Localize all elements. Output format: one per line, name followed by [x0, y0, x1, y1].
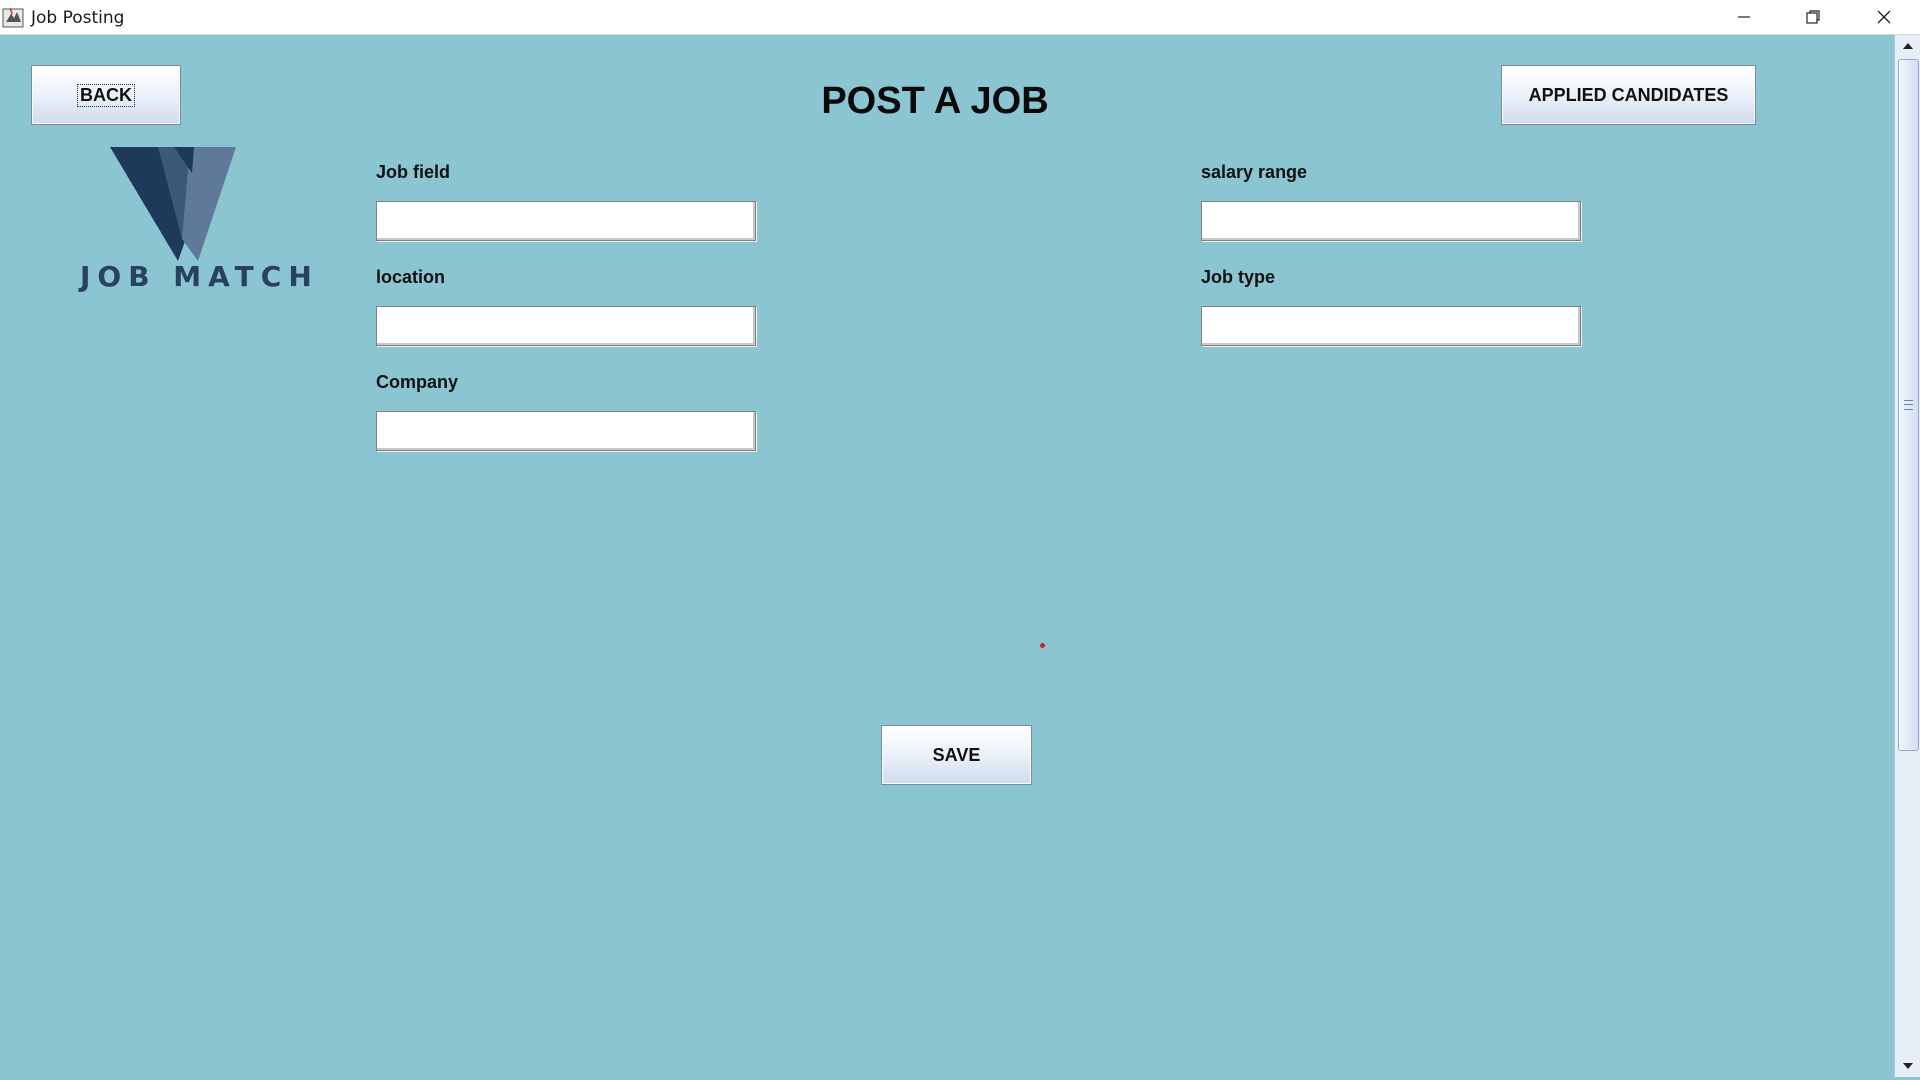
salary-range-input[interactable]: [1201, 201, 1581, 241]
company-label: Company: [376, 372, 459, 392]
logo-text: JOB MATCH: [80, 260, 319, 293]
back-button[interactable]: BACK: [31, 65, 181, 125]
job-type-input[interactable]: [1201, 306, 1581, 346]
applied-candidates-label: APPLIED CANDIDATES: [1528, 84, 1729, 105]
job-field-input[interactable]: [376, 201, 756, 241]
location-input[interactable]: [376, 306, 756, 346]
grip-icon: [1904, 400, 1913, 410]
company-input[interactable]: [376, 411, 756, 451]
restore-icon: [1806, 10, 1820, 24]
window-titlebar: Job Posting: [0, 0, 1920, 35]
vertical-scrollbar[interactable]: [1894, 35, 1920, 1077]
scroll-down-button[interactable]: [1895, 1055, 1920, 1077]
location-label: location: [376, 267, 446, 287]
minimize-icon: [1738, 16, 1750, 18]
save-button-label: SAVE: [932, 744, 981, 765]
back-button-label: BACK: [77, 83, 135, 107]
applied-candidates-button[interactable]: APPLIED CANDIDATES: [1501, 65, 1756, 125]
java-app-icon: [2, 7, 24, 28]
red-dot-marker: [1040, 643, 1045, 648]
window-title: Job Posting: [31, 8, 125, 28]
arrow-down-icon: [1903, 1063, 1913, 1069]
arrow-up-icon: [1903, 43, 1913, 49]
salary-range-label: salary range: [1201, 162, 1308, 182]
job-type-label: Job type: [1201, 267, 1276, 287]
close-icon: [1877, 10, 1891, 24]
page-title: POST A JOB: [821, 80, 1049, 122]
restore-button[interactable]: [1779, 0, 1847, 34]
job-field-label: Job field: [376, 162, 451, 182]
scroll-up-button[interactable]: [1895, 35, 1920, 57]
minimize-button[interactable]: [1710, 0, 1778, 34]
save-button[interactable]: SAVE: [881, 725, 1032, 785]
close-button[interactable]: [1850, 0, 1918, 34]
scrollbar-thumb[interactable]: [1898, 59, 1919, 751]
